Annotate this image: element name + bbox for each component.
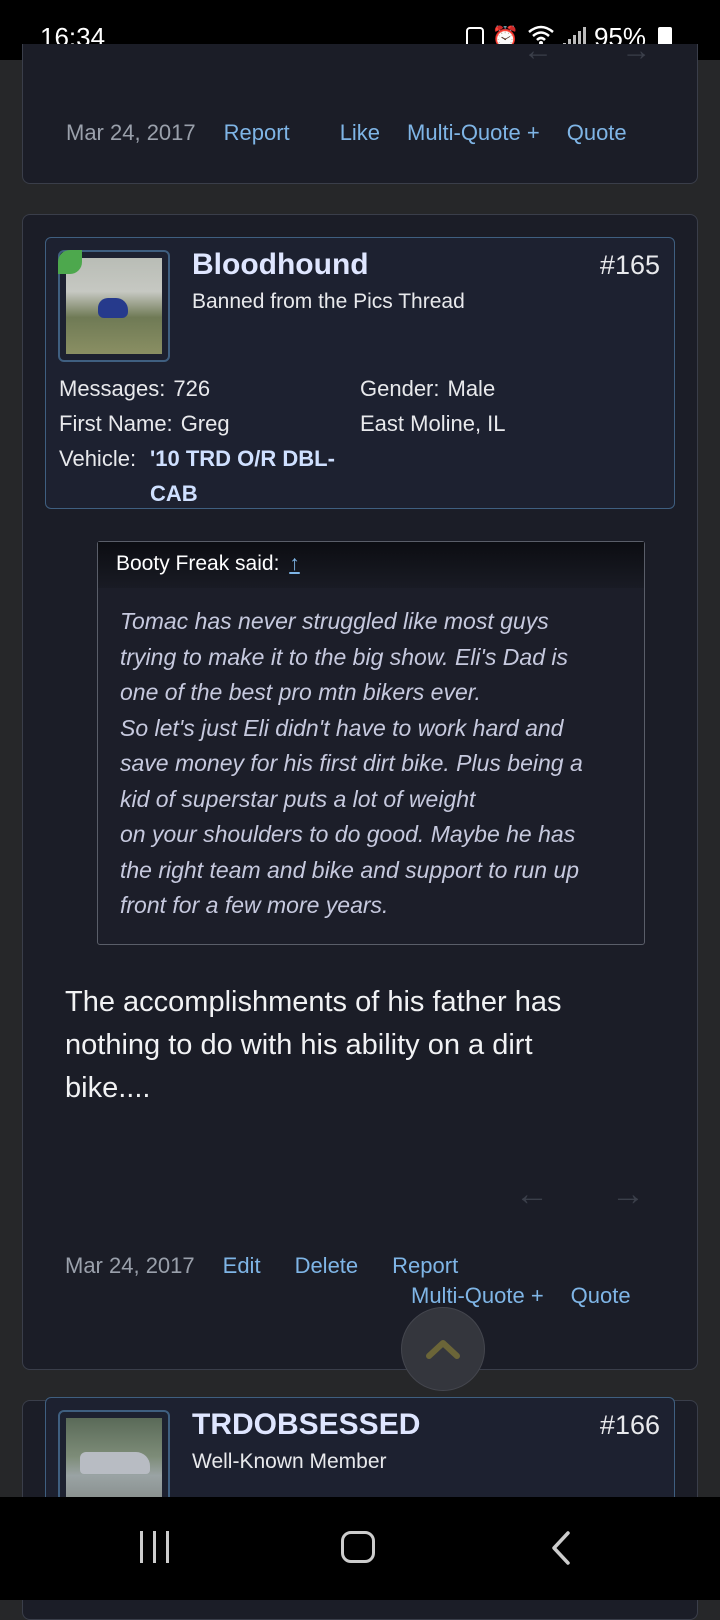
- nav-arrows-prev: ← →: [523, 34, 651, 68]
- quote-line: kid of superstar puts a lot of weight: [120, 785, 476, 812]
- user-title: Well-Known Member: [192, 1450, 387, 1473]
- post-footer: Mar 24, 2017 Edit Delete Report: [65, 1253, 458, 1279]
- quote-body: Tomac has never struggled like most guys…: [120, 604, 630, 924]
- chevron-up-icon: [426, 1340, 460, 1359]
- home-icon[interactable]: [341, 1531, 375, 1563]
- recent-apps-icon[interactable]: [140, 1531, 169, 1563]
- stat-vehicle-value[interactable]: '10 TRD O/R DBL-: [150, 446, 335, 472]
- stat-messages: Messages: 726: [59, 376, 211, 401]
- user-info-box: Bloodhound Banned from the Pics Thread #…: [45, 237, 675, 509]
- post-line: The accomplishments of his father has: [65, 986, 562, 1018]
- post-footer-row2: Multi-Quote + Quote: [411, 1283, 631, 1309]
- prev-arrow-icon[interactable]: ←: [523, 34, 553, 67]
- avatar[interactable]: [58, 250, 170, 362]
- quote-line: front for a few more years.: [120, 892, 389, 918]
- back-icon[interactable]: [550, 1530, 572, 1566]
- user-title: Banned from the Pics Thread: [192, 290, 465, 313]
- next-arrow-icon[interactable]: →: [621, 34, 651, 67]
- post-line: nothing to do with his ability on a dirt: [65, 1029, 533, 1061]
- report-link[interactable]: Report: [392, 1253, 458, 1279]
- previous-post-footer: Mar 24, 2017 Report Like Multi-Quote + Q…: [66, 120, 627, 146]
- username-link[interactable]: Bloodhound: [192, 248, 369, 282]
- scroll-to-top-button[interactable]: [401, 1307, 485, 1391]
- stat-first-name: First Name: Greg: [59, 411, 230, 436]
- quote-line: the right team and bike and support to r…: [120, 856, 580, 883]
- prev-arrow-icon[interactable]: ←: [515, 1175, 549, 1214]
- multiquote-link[interactable]: Multi-Quote +: [407, 120, 540, 146]
- post-body: The accomplishments of his father has no…: [65, 981, 655, 1110]
- quote-line: one of the best pro mtn bikers ever.: [120, 679, 481, 705]
- quote-line: trying to make it to the big show. Eli's…: [120, 643, 568, 670]
- quote-block: Booty Freak said: ↑ Tomac has never stru…: [97, 541, 645, 945]
- quote-line: So let's just Eli didn't have to work ha…: [120, 714, 564, 741]
- edit-link[interactable]: Edit: [223, 1253, 261, 1279]
- next-arrow-icon[interactable]: →: [611, 1175, 645, 1214]
- online-badge-icon: [58, 250, 82, 274]
- previous-post-card: ← → Mar 24, 2017 Report Like Multi-Quote…: [22, 34, 698, 184]
- quote-line: save money for his first dirt bike. Plus…: [120, 750, 583, 776]
- multiquote-link[interactable]: Multi-Quote +: [411, 1283, 544, 1309]
- quote-header: Booty Freak said: ↑: [98, 542, 644, 588]
- post-line: bike....: [65, 1072, 151, 1104]
- avatar-photo: [66, 258, 162, 354]
- stat-location: East Moline, IL: [360, 411, 506, 436]
- quote-line: on your shoulders to do good. Maybe he h…: [120, 821, 576, 847]
- quote-attribution: Booty Freak said: ↑: [116, 552, 300, 575]
- report-link[interactable]: Report: [224, 120, 290, 146]
- post-date[interactable]: Mar 24, 2017: [65, 1253, 195, 1279]
- stat-vehicle-label: Vehicle:: [59, 446, 137, 471]
- post-card: Bloodhound Banned from the Pics Thread #…: [22, 214, 698, 1391]
- quote-link[interactable]: Quote: [571, 1283, 631, 1309]
- post-number-link[interactable]: #165: [600, 250, 660, 281]
- motorcycle-rider-image: [98, 298, 128, 318]
- like-link[interactable]: Like: [340, 120, 380, 146]
- delete-link[interactable]: Delete: [295, 1253, 359, 1279]
- system-nav-bar: [0, 1497, 720, 1600]
- username-link[interactable]: TRDOBSESSED: [192, 1408, 420, 1442]
- jump-to-quote-link[interactable]: ↑: [289, 552, 300, 575]
- post-date[interactable]: Mar 24, 2017: [66, 120, 196, 146]
- stat-vehicle-value-cont[interactable]: CAB: [150, 481, 198, 507]
- post-number-link[interactable]: #166: [600, 1410, 660, 1441]
- stat-gender: Gender: Male: [360, 376, 496, 401]
- quote-link[interactable]: Quote: [567, 120, 627, 146]
- truck-image: [80, 1452, 150, 1474]
- quote-line: Tomac has never struggled like most guys: [120, 608, 549, 634]
